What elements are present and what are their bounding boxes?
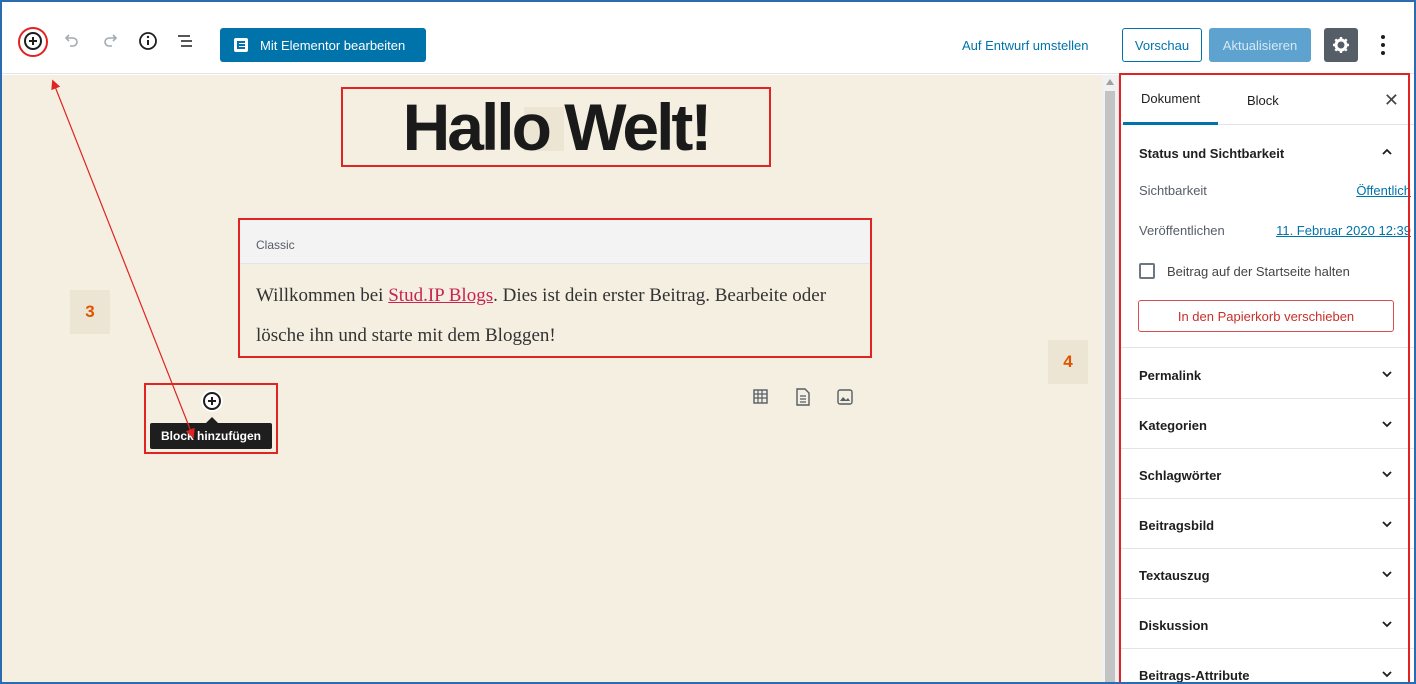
- panel-post-attributes-title: Beitrags-Attribute: [1139, 668, 1250, 683]
- chevron-down-icon: [1382, 671, 1392, 678]
- switch-to-draft-link[interactable]: Auf Entwurf umstellen: [962, 38, 1088, 53]
- settings-gear-button[interactable]: [1324, 28, 1358, 62]
- editor-window: Mit Elementor bearbeiten Auf Entwurf ums…: [0, 0, 1416, 684]
- redo-icon[interactable]: [100, 30, 122, 52]
- chevron-down-icon: [1382, 621, 1392, 628]
- preview-button[interactable]: Vorschau: [1122, 28, 1202, 62]
- visibility-label: Sichtbarkeit: [1139, 183, 1207, 198]
- add-block-area: Block hinzufügen: [144, 383, 278, 454]
- classic-block[interactable]: Classic Willkommen bei Stud.IP Blogs. Di…: [238, 218, 872, 358]
- blog-link[interactable]: Stud.IP Blogs: [388, 285, 493, 306]
- panel-tags-title: Schlagwörter: [1139, 468, 1222, 483]
- panel-tags[interactable]: Schlagwörter: [1119, 449, 1414, 499]
- insert-image-icon[interactable]: [836, 388, 854, 408]
- chevron-down-icon: [1382, 521, 1392, 528]
- chevron-down-icon: [1382, 371, 1392, 378]
- settings-sidebar: Dokument Block ✕ Status und Sichtbarkeit…: [1118, 75, 1414, 683]
- status-panel-title[interactable]: Status und Sichtbarkeit: [1139, 146, 1284, 161]
- panel-excerpt[interactable]: Textauszug: [1119, 549, 1414, 599]
- panel-post-attributes[interactable]: Beitrags-Attribute: [1119, 649, 1414, 683]
- panel-discussion-title: Diskussion: [1139, 618, 1209, 633]
- panel-permalink[interactable]: Permalink: [1119, 349, 1414, 399]
- add-block-icon[interactable]: [22, 30, 44, 52]
- annotation-marker-3: 3: [70, 290, 110, 334]
- add-block-tooltip: Block hinzufügen: [150, 417, 272, 449]
- classic-block-label: Classic: [240, 220, 870, 264]
- visibility-value-link[interactable]: Öffentlich: [1356, 183, 1411, 198]
- info-icon[interactable]: [137, 30, 159, 52]
- canvas-scrollbar[interactable]: [1102, 75, 1118, 682]
- chevron-down-icon: [1382, 421, 1392, 428]
- panel-featured-image[interactable]: Beitragsbild: [1119, 499, 1414, 549]
- tab-block[interactable]: Block: [1229, 75, 1297, 125]
- insert-document-icon[interactable]: [795, 388, 813, 408]
- more-options-icon[interactable]: [1372, 30, 1394, 60]
- chevron-down-icon: [1382, 571, 1392, 578]
- update-button[interactable]: Aktualisieren: [1209, 28, 1311, 62]
- publish-label: Veröffentlichen: [1139, 223, 1225, 238]
- sticky-checkbox[interactable]: [1139, 263, 1155, 279]
- post-title[interactable]: Hallo Welt!: [403, 89, 713, 165]
- gear-icon: [1333, 37, 1349, 53]
- classic-block-content[interactable]: Willkommen bei Stud.IP Blogs. Dies ist d…: [240, 264, 870, 356]
- classic-text-before: Willkommen bei: [256, 285, 389, 306]
- status-visibility-panel: Status und Sichtbarkeit Sichtbarkeit Öff…: [1119, 126, 1414, 348]
- chevron-up-icon[interactable]: [1381, 146, 1393, 158]
- panel-permalink-title: Permalink: [1139, 368, 1202, 383]
- publish-date-link[interactable]: 11. Februar 2020 12:39: [1276, 223, 1411, 238]
- panel-discussion[interactable]: Diskussion: [1119, 599, 1414, 649]
- move-to-trash-button[interactable]: In den Papierkorb verschieben: [1138, 300, 1394, 332]
- panel-categories[interactable]: Kategorien: [1119, 399, 1414, 449]
- tab-document[interactable]: Dokument: [1123, 75, 1219, 125]
- post-title-block[interactable]: Hallo Welt!: [341, 87, 771, 167]
- edit-with-elementor-button[interactable]: Mit Elementor bearbeiten: [220, 28, 426, 62]
- sticky-label[interactable]: Beitrag auf der Startseite halten: [1167, 264, 1350, 279]
- elementor-button-label: Mit Elementor bearbeiten: [260, 37, 406, 53]
- chevron-down-icon: [1382, 471, 1392, 478]
- panel-excerpt-title: Textauszug: [1139, 568, 1210, 583]
- add-block-plus-icon[interactable]: [201, 390, 223, 412]
- undo-icon[interactable]: [60, 30, 82, 52]
- top-toolbar: Mit Elementor bearbeiten Auf Entwurf ums…: [2, 2, 1414, 74]
- panel-featured-image-title: Beitragsbild: [1139, 518, 1215, 533]
- outline-icon[interactable]: [174, 30, 196, 52]
- annotation-marker-4: 4: [1048, 340, 1088, 384]
- elementor-logo-icon: [234, 38, 248, 52]
- panel-categories-title: Kategorien: [1139, 418, 1207, 433]
- sidebar-tabs: Dokument Block ✕: [1119, 75, 1414, 125]
- close-icon[interactable]: ✕: [1384, 90, 1399, 111]
- insert-table-icon[interactable]: [752, 388, 770, 408]
